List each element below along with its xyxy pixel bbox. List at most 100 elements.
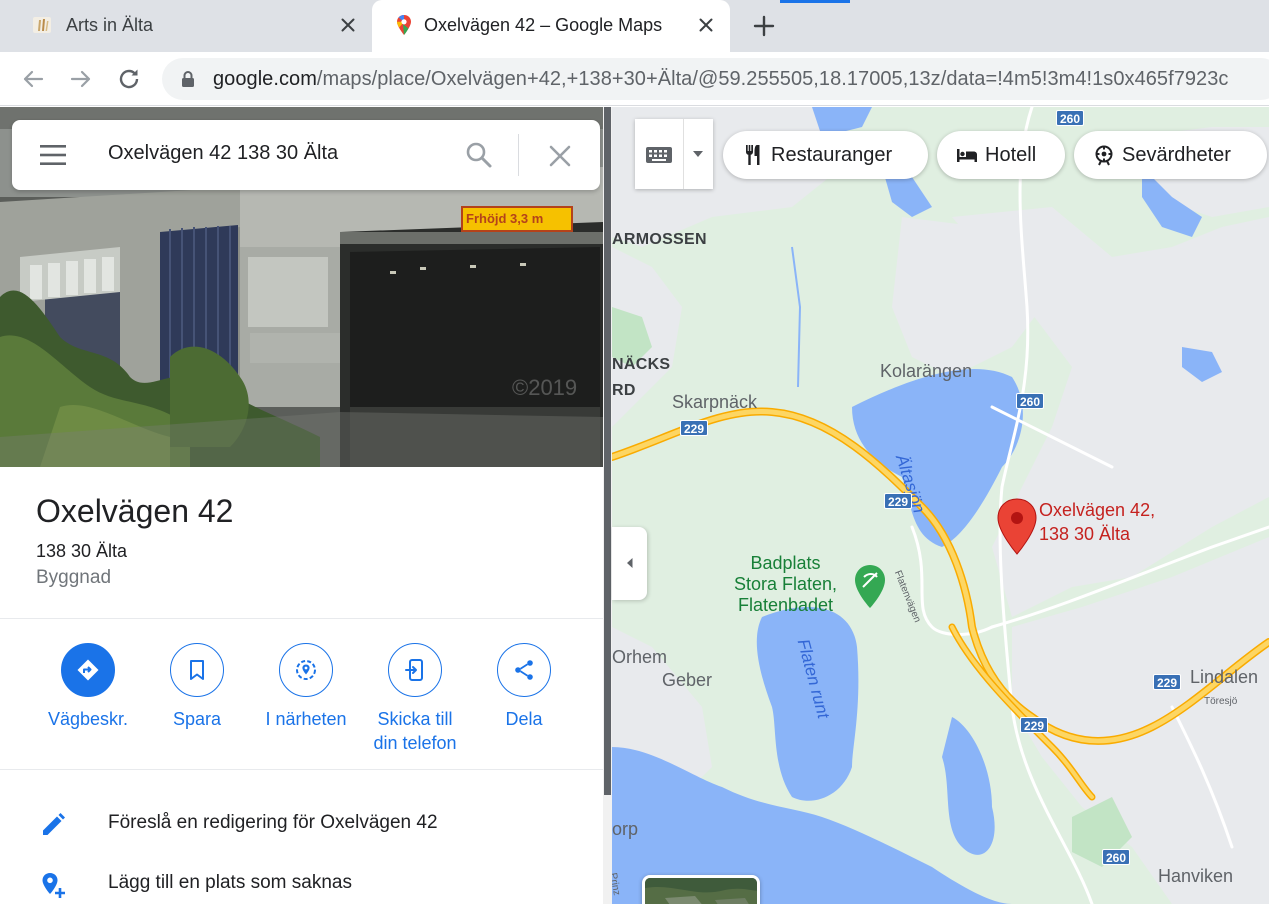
- chip-label: Sevärdheter: [1122, 143, 1231, 166]
- map-label-rd: RD: [612, 382, 636, 399]
- paintbrush-icon: [33, 17, 51, 33]
- suggest-edit-label: Föreslå en redigering för Oxelvägen 42: [108, 812, 438, 833]
- tab-arts-in-alta[interactable]: Arts in Älta: [0, 0, 370, 52]
- url-text[interactable]: google.com/maps/place/Oxelvägen+42,+138+…: [213, 68, 1228, 91]
- nearby-icon: [296, 660, 316, 680]
- forward-arrow-icon[interactable]: [66, 64, 96, 94]
- directions-label: Vägbeskr.: [47, 709, 129, 729]
- new-tab-plus-icon[interactable]: [750, 12, 778, 40]
- tab-indicator: [780, 0, 850, 3]
- save-label: Spara: [172, 709, 222, 729]
- map-label-orhem: Orhem: [612, 647, 668, 667]
- url-host: google.com: [213, 68, 317, 90]
- chevron-left-icon: [627, 558, 633, 568]
- fork-knife-icon: [746, 145, 760, 165]
- search-input[interactable]: [108, 142, 448, 165]
- chip-sevardheter[interactable]: Sevärdheter: [1074, 131, 1267, 179]
- pencil-icon: [43, 813, 65, 835]
- map-label-lindalen: Lindalen: [1190, 667, 1259, 687]
- satellite-thumbnail-image: [645, 878, 757, 904]
- close-tab-icon[interactable]: [336, 13, 360, 37]
- nearby-label: I närheten: [265, 709, 347, 729]
- add-place-icon: [42, 873, 65, 898]
- tab-google-maps[interactable]: Oxelvägen 42 – Google Maps: [372, 0, 730, 52]
- menu-icon[interactable]: [38, 142, 68, 168]
- nearby-button[interactable]: I närheten: [246, 643, 366, 731]
- input-tools-divider: [683, 119, 684, 189]
- tab-strip: Arts in Älta Oxelvägen 42 – Google Maps: [0, 0, 1269, 52]
- browser-toolbar: google.com/maps/place/Oxelvägen+42,+138+…: [0, 52, 1269, 106]
- maps-pin-icon: [397, 15, 411, 35]
- nearby-circle[interactable]: [279, 643, 333, 697]
- keyboard-icon: [646, 147, 672, 163]
- directions-button[interactable]: Vägbeskr.: [28, 643, 148, 731]
- send-to-phone-circle[interactable]: [388, 643, 442, 697]
- photo-watermark: ©2019: [512, 375, 578, 400]
- place-title: Oxelvägen 42: [36, 493, 234, 529]
- map-label-hanviken: Hanviken: [1158, 866, 1234, 886]
- map-canvas[interactable]: ARMOSSEN NÄCKS RD Kolarängen Skarpnäck Ä…: [612, 107, 1269, 904]
- map-label-skarpnack: Skarpnäck: [672, 392, 758, 412]
- divider: [0, 618, 603, 619]
- add-missing-place-label: Lägg till en plats som saknas: [108, 872, 352, 893]
- route-shield-229: 229: [680, 420, 709, 436]
- panel-scrollbar-thumb[interactable]: [604, 107, 611, 795]
- url-path: /maps/place/Oxelvägen+42,+138+30+Älta/@5…: [316, 68, 1229, 90]
- suggest-edit-item[interactable]: Föreslå en redigering för Oxelvägen 42: [0, 798, 603, 850]
- share-circle[interactable]: [497, 643, 551, 697]
- send-to-phone-label: Skicka till din telefon: [355, 707, 475, 755]
- height-sign-text: Frhöjd 3,3 m: [466, 211, 544, 226]
- route-shield-260: 260: [1016, 393, 1045, 409]
- save-circle[interactable]: [170, 643, 224, 697]
- input-tools-button[interactable]: [635, 119, 713, 189]
- attraction-icon: [1095, 145, 1113, 166]
- map-label-kolarangen: Kolarängen: [880, 361, 973, 381]
- poi-label-badplats[interactable]: Badplats Stora Flaten, Flatenbadet: [734, 553, 837, 616]
- chip-restauranger[interactable]: Restauranger: [723, 131, 928, 179]
- send-to-phone-label-text: Skicka till din telefon: [373, 709, 457, 753]
- route-shield-260: 260: [1102, 849, 1131, 865]
- search-divider: [518, 134, 519, 176]
- chip-hotell[interactable]: Hotell: [937, 131, 1065, 179]
- divider: [0, 769, 603, 770]
- share-icon: [515, 660, 533, 680]
- send-to-phone-button[interactable]: Skicka till din telefon: [355, 643, 475, 755]
- place-address: 138 30 Älta: [36, 541, 128, 561]
- share-button[interactable]: Dela: [464, 643, 584, 731]
- place-category: Byggnad: [36, 567, 112, 588]
- collapse-panel-button[interactable]: [612, 527, 647, 600]
- close-tab-icon[interactable]: [694, 13, 718, 37]
- map-label-nacks: NÄCKS: [612, 356, 671, 373]
- tab-title: Arts in Älta: [66, 15, 154, 35]
- map-base: [612, 107, 1269, 904]
- bed-icon: [957, 149, 977, 162]
- search-icon[interactable]: [464, 140, 494, 170]
- route-shield-229: 229: [1153, 674, 1182, 690]
- close-icon[interactable]: [546, 142, 574, 170]
- route-shield-260: 260: [1056, 110, 1085, 126]
- satellite-layer-toggle[interactable]: [642, 875, 760, 904]
- pin-label[interactable]: Oxelvägen 42, 138 30 Älta: [1039, 498, 1155, 546]
- directions-icon: [77, 659, 99, 681]
- search-box: [12, 120, 600, 190]
- map-label-geber: Geber: [662, 670, 713, 690]
- bookmark-icon: [190, 660, 204, 680]
- share-label: Dela: [505, 709, 543, 729]
- save-button[interactable]: Spara: [137, 643, 257, 731]
- reload-icon[interactable]: [114, 64, 144, 94]
- map-label-torp: orp: [612, 819, 639, 839]
- chip-label: Hotell: [985, 143, 1037, 166]
- caret-down-icon[interactable]: [691, 147, 705, 161]
- chip-label: Restauranger: [771, 143, 893, 166]
- directions-circle[interactable]: [61, 643, 115, 697]
- tab-title: Oxelvägen 42 – Google Maps: [424, 15, 663, 35]
- map-label-foresjo: Töresjö: [1204, 696, 1238, 707]
- back-arrow-icon[interactable]: [18, 64, 48, 94]
- add-missing-place-item[interactable]: Lägg till en plats som saknas: [0, 858, 603, 904]
- address-bar[interactable]: google.com/maps/place/Oxelvägen+42,+138+…: [162, 58, 1269, 100]
- lock-icon[interactable]: [179, 70, 197, 88]
- map-label-armossen: ARMOSSEN: [612, 231, 707, 248]
- send-to-phone-icon: [405, 659, 423, 681]
- route-shield-229: 229: [884, 493, 913, 509]
- route-shield-229: 229: [1020, 717, 1049, 733]
